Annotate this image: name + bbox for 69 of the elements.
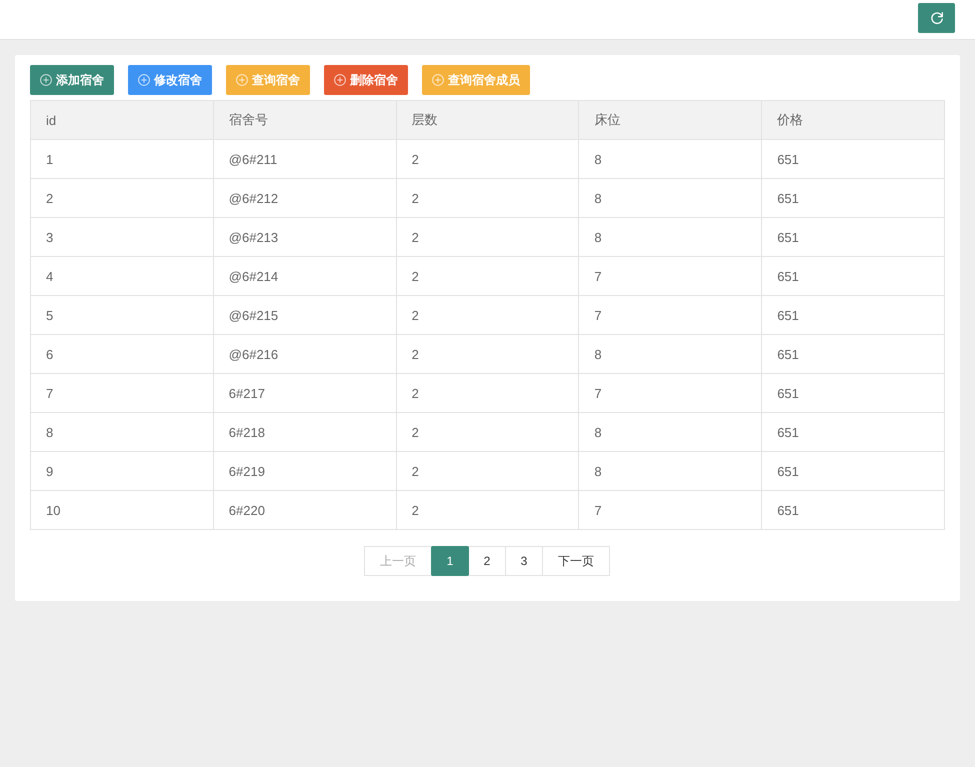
circle-plus-icon bbox=[40, 74, 52, 86]
table-cell: @6#216 bbox=[213, 334, 396, 374]
circle-plus-icon bbox=[334, 74, 346, 86]
table-cell: 651 bbox=[762, 374, 944, 412]
table-cell: 6#219 bbox=[213, 452, 396, 490]
page-button[interactable]: 1 bbox=[431, 546, 469, 576]
table-cell: 2 bbox=[396, 140, 579, 178]
table-cell: 7 bbox=[578, 374, 762, 412]
table-cell: 2 bbox=[396, 412, 579, 452]
column-header: 层数 bbox=[396, 100, 579, 140]
table-cell: 8 bbox=[578, 452, 762, 490]
table-cell: 8 bbox=[578, 218, 762, 256]
table-cell: 2 bbox=[30, 178, 214, 218]
toolbar-button[interactable]: 添加宿舍 bbox=[30, 65, 114, 95]
table-cell: 2 bbox=[396, 334, 579, 374]
table-cell: 6#220 bbox=[213, 490, 396, 530]
table-cell: 5 bbox=[30, 296, 214, 334]
column-header: id bbox=[30, 100, 214, 140]
circle-plus-icon bbox=[138, 74, 150, 86]
table-cell: 651 bbox=[762, 140, 944, 178]
toolbar-button[interactable]: 删除宿舍 bbox=[324, 65, 408, 95]
table-cell: 2 bbox=[396, 178, 579, 218]
table-cell: 8 bbox=[578, 178, 762, 218]
table-cell: 3 bbox=[30, 218, 214, 256]
table-cell: @6#211 bbox=[213, 140, 396, 178]
table-cell: 10 bbox=[30, 490, 214, 530]
table-cell: 7 bbox=[578, 296, 762, 334]
table-cell: 651 bbox=[762, 334, 944, 374]
table-cell: 651 bbox=[762, 178, 944, 218]
table-cell: 2 bbox=[396, 374, 579, 412]
table-cell: 8 bbox=[578, 412, 762, 452]
table-cell: 1 bbox=[30, 140, 214, 178]
page-button[interactable]: 2 bbox=[468, 546, 506, 576]
toolbar-button[interactable]: 修改宿舍 bbox=[128, 65, 212, 95]
table-cell: 6#218 bbox=[213, 412, 396, 452]
circle-plus-icon bbox=[236, 74, 248, 86]
table-cell: 651 bbox=[762, 256, 944, 296]
table-cell: 8 bbox=[578, 334, 762, 374]
table-cell: @6#214 bbox=[213, 256, 396, 296]
table-cell: 2 bbox=[396, 490, 579, 530]
table-cell: 7 bbox=[578, 490, 762, 530]
table-cell: 2 bbox=[396, 256, 579, 296]
table-cell: 2 bbox=[396, 452, 579, 490]
table-cell: 4 bbox=[30, 256, 214, 296]
column-header: 价格 bbox=[762, 100, 944, 140]
table-cell: 6 bbox=[30, 334, 214, 374]
table-cell: 651 bbox=[762, 412, 944, 452]
table-cell: 8 bbox=[30, 412, 214, 452]
circle-plus-icon bbox=[432, 74, 444, 86]
table-cell: 2 bbox=[396, 218, 579, 256]
next-page-button[interactable]: 下一页 bbox=[542, 546, 610, 576]
table-cell: 8 bbox=[578, 140, 762, 178]
refresh-icon bbox=[930, 11, 944, 25]
table-cell: 651 bbox=[762, 296, 944, 334]
table-cell: 6#217 bbox=[213, 374, 396, 412]
table-cell: @6#213 bbox=[213, 218, 396, 256]
table-cell: 651 bbox=[762, 218, 944, 256]
refresh-button[interactable] bbox=[918, 3, 955, 33]
page-button[interactable]: 3 bbox=[505, 546, 543, 576]
table-cell: 7 bbox=[30, 374, 214, 412]
table-cell: 2 bbox=[396, 296, 579, 334]
table-cell: 7 bbox=[578, 256, 762, 296]
column-header: 宿舍号 bbox=[213, 100, 396, 140]
column-header: 床位 bbox=[578, 100, 762, 140]
table-cell: 651 bbox=[762, 490, 944, 530]
table-cell: 651 bbox=[762, 452, 944, 490]
table-cell: 9 bbox=[30, 452, 214, 490]
table-cell: @6#215 bbox=[213, 296, 396, 334]
table-cell: @6#212 bbox=[213, 178, 396, 218]
